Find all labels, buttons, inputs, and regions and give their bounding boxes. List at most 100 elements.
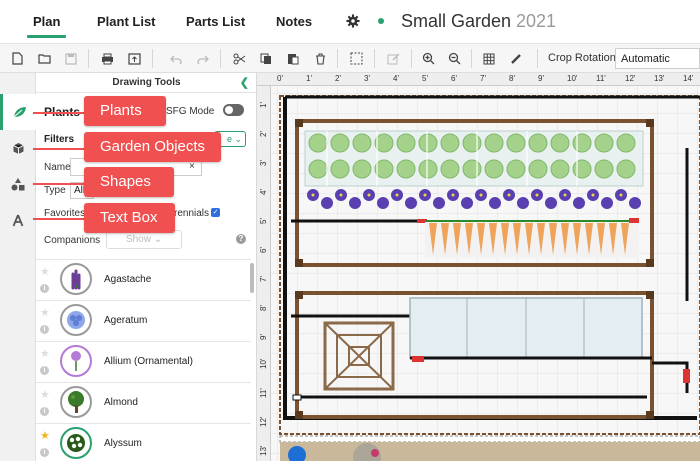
undo-icon[interactable] bbox=[165, 48, 187, 69]
toolbar-divider bbox=[537, 49, 538, 68]
paste-icon[interactable] bbox=[282, 48, 304, 69]
toolbar-divider bbox=[471, 49, 472, 68]
garden-year[interactable]: 2021 bbox=[516, 11, 556, 32]
perennials-label: rennials bbox=[174, 208, 210, 219]
text-icon bbox=[12, 214, 24, 226]
info-icon[interactable]: i bbox=[40, 325, 49, 334]
rail-shapes-button[interactable] bbox=[0, 166, 36, 202]
clear-name-icon[interactable]: × bbox=[189, 161, 195, 172]
companions-label: Companions bbox=[44, 235, 101, 246]
plant-row-allium[interactable]: ★ i Allium (Ornamental) bbox=[36, 341, 251, 382]
allium-plant-icon bbox=[60, 345, 92, 377]
delete-icon[interactable] bbox=[309, 48, 331, 69]
ruler-label-y: 5' bbox=[259, 218, 268, 224]
panel-header: Drawing Tools ❮ bbox=[36, 73, 256, 93]
ruler-label-y: 1' bbox=[259, 102, 268, 108]
plant-name: Allium (Ornamental) bbox=[104, 356, 193, 367]
callout-connector bbox=[33, 218, 85, 220]
help-icon[interactable]: ? bbox=[236, 234, 246, 244]
ruler-label-x: 0' bbox=[277, 74, 283, 83]
ruler-label-y: 8' bbox=[259, 305, 268, 311]
plant-list-scrollbar[interactable] bbox=[250, 263, 254, 293]
favorite-star-icon[interactable]: ★ bbox=[40, 347, 50, 360]
ruler-label-x: 5' bbox=[422, 74, 428, 83]
ruler-label-x: 9' bbox=[538, 74, 544, 83]
print-icon[interactable] bbox=[96, 48, 118, 69]
sfg-mode-toggle[interactable] bbox=[223, 104, 244, 116]
measure-icon[interactable] bbox=[505, 48, 527, 69]
top-navigation: Plan Plant List Parts List Notes Small G… bbox=[0, 0, 700, 44]
redo-icon[interactable] bbox=[192, 48, 214, 69]
ageratum-plant-icon bbox=[60, 304, 92, 336]
tab-plan[interactable]: Plan bbox=[26, 14, 68, 38]
almond-plant-icon bbox=[60, 386, 92, 418]
garden-title[interactable]: Small Garden bbox=[401, 11, 511, 32]
garden-plan-drawing[interactable] bbox=[257, 73, 700, 461]
show-label: Show bbox=[125, 234, 151, 245]
callout-connector bbox=[33, 148, 85, 150]
vertical-ruler: 1' 2' 3' 4' 5' 6' 7' 8' 9' 10' 11' 12' 13' bbox=[257, 86, 271, 461]
info-icon[interactable]: i bbox=[40, 448, 49, 457]
text-box-callout: Text Box bbox=[84, 203, 175, 233]
panel-title: Drawing Tools bbox=[112, 77, 181, 88]
open-folder-icon[interactable] bbox=[33, 48, 55, 69]
edit-icon[interactable] bbox=[382, 48, 404, 69]
toolbar: Crop Rotation Automatic bbox=[0, 44, 700, 73]
collapse-panel-icon[interactable]: ❮ bbox=[240, 73, 249, 93]
tool-rail bbox=[0, 73, 36, 461]
agastache-plant-icon bbox=[60, 263, 92, 295]
tab-notes[interactable]: Notes bbox=[276, 14, 312, 29]
rail-plants-button[interactable] bbox=[0, 94, 36, 130]
zoom-out-icon[interactable] bbox=[443, 48, 465, 69]
toolbar-divider bbox=[411, 49, 412, 68]
info-icon[interactable]: i bbox=[40, 407, 49, 416]
plant-name: Ageratum bbox=[104, 315, 148, 326]
ruler-label-x: 14' bbox=[683, 74, 694, 83]
rail-garden-objects-button[interactable] bbox=[0, 130, 36, 166]
export-icon[interactable] bbox=[123, 48, 145, 69]
favorite-star-icon[interactable]: ★ bbox=[40, 429, 50, 442]
new-file-icon[interactable] bbox=[6, 48, 28, 69]
tab-plant-list[interactable]: Plant List bbox=[97, 14, 156, 29]
plant-row-almond[interactable]: ★ i Almond bbox=[36, 382, 251, 423]
favorite-star-icon[interactable]: ★ bbox=[40, 388, 50, 401]
plant-row-alyssum[interactable]: ★ i Alyssum bbox=[36, 423, 251, 461]
select-icon[interactable] bbox=[345, 48, 367, 69]
ruler-label-y: 11' bbox=[259, 388, 268, 398]
favorite-star-icon[interactable]: ★ bbox=[40, 265, 50, 278]
info-icon[interactable]: i bbox=[40, 284, 49, 293]
zoom-in-icon[interactable] bbox=[417, 48, 439, 69]
plant-row-ageratum[interactable]: ★ i Ageratum bbox=[36, 300, 251, 341]
ruler-label-x: 2' bbox=[335, 74, 341, 83]
ruler-label-y: 6' bbox=[259, 247, 268, 253]
toolbar-divider bbox=[220, 49, 221, 68]
favorite-star-icon[interactable]: ★ bbox=[40, 306, 50, 319]
ruler-label-x: 10' bbox=[567, 74, 578, 83]
ruler-label-x: 7' bbox=[480, 74, 486, 83]
plant-name: Alyssum bbox=[104, 438, 142, 449]
ruler-label-y: 7' bbox=[259, 276, 268, 282]
ruler-label-y: 10' bbox=[259, 358, 268, 369]
garden-canvas[interactable]: 0' 1' 2' 3' 4' 5' 6' 7' 8' 9' 10' 11' 12' 13' 14' 1' 2'… bbox=[257, 73, 700, 461]
toolbar-divider bbox=[88, 49, 89, 68]
perennials-checkbox[interactable]: ✓ bbox=[211, 208, 220, 217]
copy-icon[interactable] bbox=[255, 48, 277, 69]
plants-callout: Plants bbox=[84, 96, 166, 126]
rail-text-box-button[interactable] bbox=[0, 202, 36, 238]
gear-icon[interactable] bbox=[346, 14, 360, 28]
ruler-label-y: 3' bbox=[259, 160, 268, 166]
ruler-label-y: 4' bbox=[259, 189, 268, 195]
toolbar-divider bbox=[152, 49, 153, 68]
leaf-icon bbox=[13, 107, 26, 118]
filters-label: Filters bbox=[44, 134, 75, 145]
plant-row-agastache[interactable]: ★ i Agastache bbox=[36, 259, 251, 300]
callout-connector bbox=[33, 183, 85, 185]
grid-icon[interactable] bbox=[478, 48, 500, 69]
type-label: Type bbox=[44, 185, 66, 196]
tab-parts-list[interactable]: Parts List bbox=[186, 14, 245, 29]
info-icon[interactable]: i bbox=[40, 366, 49, 375]
ruler-label-x: 3' bbox=[364, 74, 370, 83]
cut-icon[interactable] bbox=[228, 48, 250, 69]
save-icon[interactable] bbox=[60, 48, 82, 69]
crop-rotation-select[interactable]: Automatic bbox=[615, 48, 700, 69]
